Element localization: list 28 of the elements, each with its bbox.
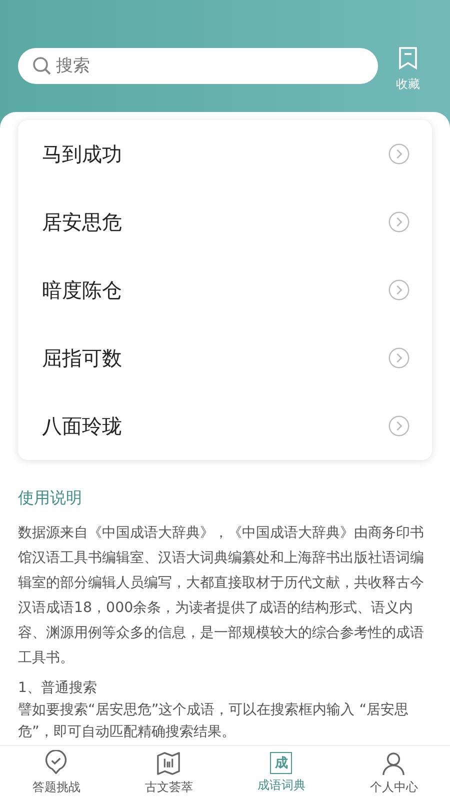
- idiom-text: 屈指可数: [42, 344, 122, 372]
- instructions-title: 使用说明: [18, 488, 83, 509]
- tab[interactable]: 成 成语词典: [225, 746, 338, 800]
- chevron-right-icon: [388, 143, 410, 165]
- character-icon: 成: [270, 752, 292, 774]
- section-heading: 1、普通搜索: [18, 679, 98, 698]
- person-icon: [381, 750, 406, 776]
- idiom-row[interactable]: 八面玲珑: [42, 392, 410, 460]
- idiom-text: 暗度陈仓: [42, 276, 122, 304]
- tab[interactable]: 古文荟萃: [112, 746, 225, 800]
- search-field[interactable]: 搜索: [18, 48, 378, 84]
- chevron-right-icon: [388, 347, 410, 369]
- section-paragraph: 譬如要搜索“居安思危”这个成语，可以在搜索框内输入 “居安思危”，即可自动匹配精确搜索结果。: [18, 701, 410, 742]
- idiom-text: 居安思危: [42, 208, 122, 236]
- tab[interactable]: 个人中心: [338, 746, 450, 800]
- tab[interactable]: 答题挑战: [0, 746, 112, 800]
- chevron-right-icon: [388, 211, 410, 233]
- idiom-row[interactable]: 居安思危: [42, 188, 410, 256]
- idiom-row[interactable]: 马到成功: [42, 120, 410, 188]
- intro-paragraph: 数据源来自《中国成语大辞典》，《中国成语大辞典》由商务印书馆汉语工具书编辑室、汉语大词典编纂处和上海辞书出版社语词编辑室的部分编辑人员编写，大都直接取材于历代文献，共收释古今汉语成语18，000余条，为读者提供了成语的结构形式、语义内容、渊源用例等众多的信息，是一部规模较大的综合参考性的成语工具书。: [18, 524, 425, 668]
- bookmark-icon[interactable]: [398, 46, 418, 70]
- idiom-row[interactable]: 屈指可数: [42, 324, 410, 392]
- chevron-right-icon: [388, 279, 410, 301]
- idiom-text: 八面玲珑: [42, 412, 122, 440]
- check-bubble-icon: [44, 750, 68, 776]
- idiom-row[interactable]: 暗度陈仓: [42, 256, 410, 324]
- chevron-right-icon: [388, 415, 410, 437]
- idiom-text: 马到成功: [42, 140, 122, 168]
